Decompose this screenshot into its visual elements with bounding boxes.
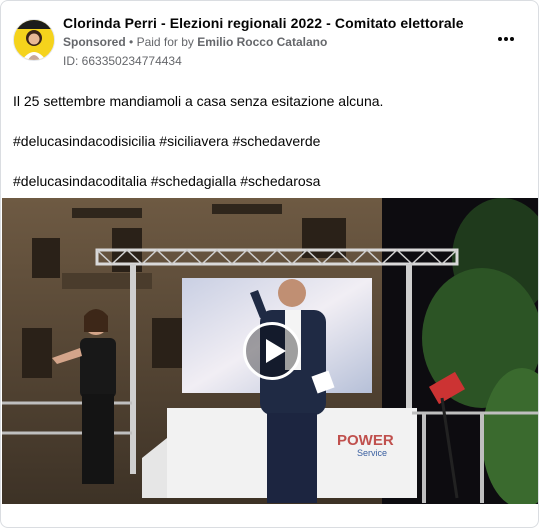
payer-name: Emilio Rocco Catalano xyxy=(197,35,328,49)
post-line: Il 25 settembre mandiamoli a casa senza … xyxy=(13,93,384,109)
page-name-link[interactable]: Clorinda Perri - Elezioni regionali 2022… xyxy=(63,15,464,31)
ad-card: Clorinda Perri - Elezioni regionali 2022… xyxy=(0,0,539,528)
meta-separator: • xyxy=(129,35,134,49)
avatar[interactable] xyxy=(13,19,55,61)
hashtag-line[interactable]: #delucasindacodisicilia #siciliavera #sc… xyxy=(13,131,523,151)
paid-for-prefix: Paid for by xyxy=(136,35,194,49)
ad-meta: Sponsored • Paid for by Emilio Rocco Cat… xyxy=(63,35,327,49)
hashtag-line[interactable]: #delucasindacoditalia #schedagialla #sch… xyxy=(13,171,523,191)
ad-header: Clorinda Perri - Elezioni regionali 2022… xyxy=(13,13,526,73)
sign-text-service: Service xyxy=(357,448,387,458)
more-horizontal-icon[interactable] xyxy=(494,27,518,51)
sign-text-power: POWER xyxy=(337,432,394,449)
sponsored-label: Sponsored xyxy=(63,35,126,49)
video-player[interactable]: POWER Service xyxy=(2,198,538,504)
play-icon[interactable] xyxy=(243,322,301,380)
ad-id: ID: 663350234774434 xyxy=(63,54,182,68)
post-text: Il 25 settembre mandiamoli a casa senza … xyxy=(13,91,523,211)
